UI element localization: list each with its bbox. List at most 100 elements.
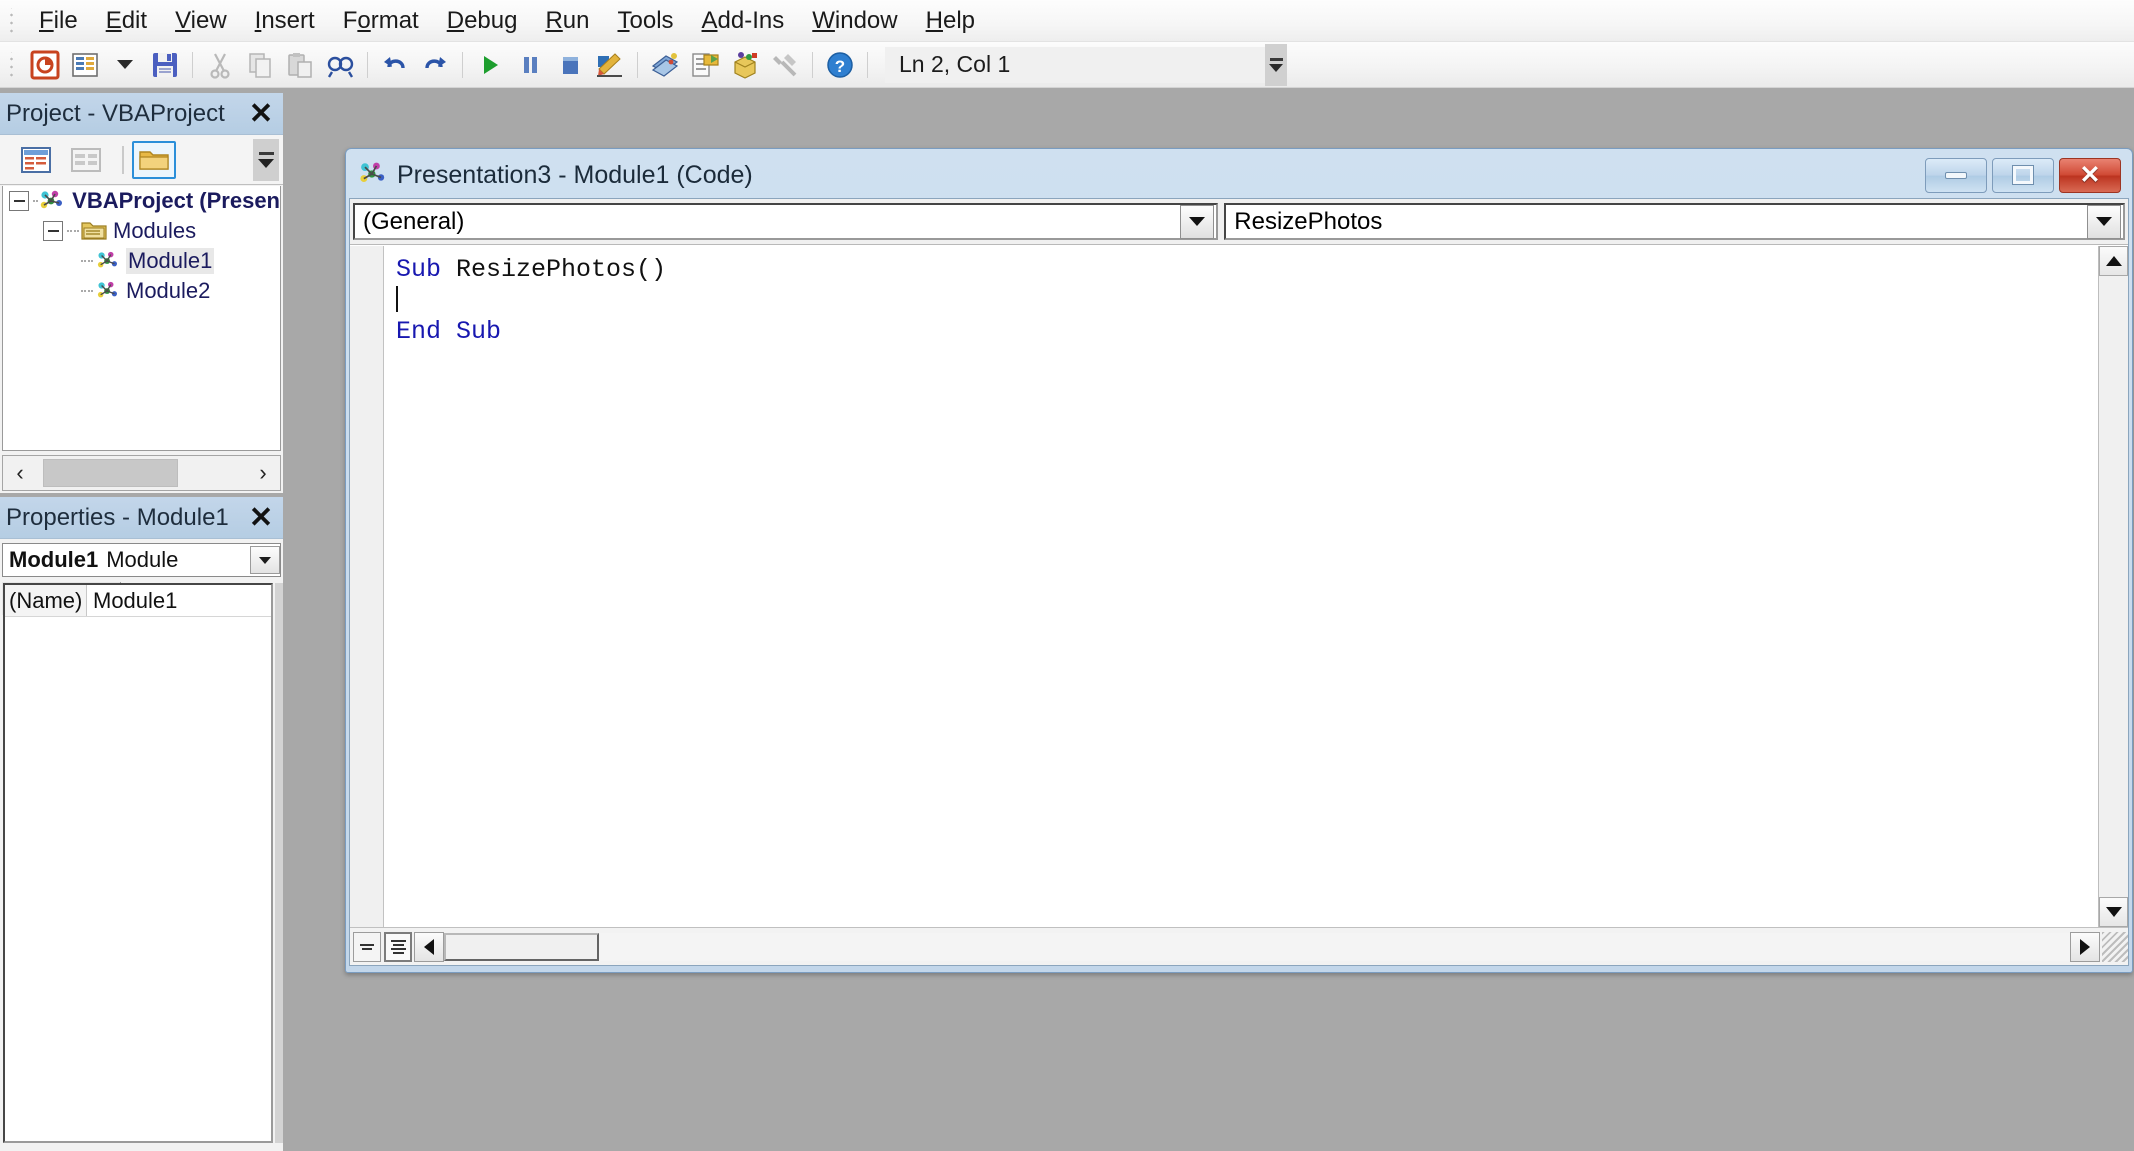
menu-item-view[interactable]: View [161,4,241,38]
tree-connector [81,290,93,292]
scroll-left-icon[interactable] [414,931,444,962]
break-icon[interactable] [511,46,549,84]
vbaproject-icon [38,189,66,213]
code-window-titlebar[interactable]: Presentation3 - Module1 (Code) ✕ [349,152,2129,198]
view-powerpoint-icon[interactable] [26,46,64,84]
object-browser-icon[interactable] [726,46,764,84]
project-explorer-titlebar: Project - VBAProject ✕ [0,93,283,135]
code-margin-indicator-bar[interactable] [350,246,384,927]
view-object-icon[interactable] [64,141,108,179]
object-dropdown[interactable]: (General) [353,203,1219,240]
property-row[interactable]: (Name) Module1 [5,585,271,617]
project-explorer-title: Project - VBAProject [6,99,225,127]
scrollbar-track[interactable] [599,932,2070,961]
object-dropdown-value: (General) [363,207,465,235]
scroll-up-icon[interactable] [2099,246,2128,276]
insert-dropdown-caret-icon[interactable] [106,46,144,84]
expander-icon[interactable] [9,191,29,211]
menu-bar-grip[interactable] [5,7,19,34]
scrollbar-thumb[interactable] [444,932,599,961]
toolbar-separator-4 [637,51,638,78]
tree-connector [33,200,37,202]
menu-item-help[interactable]: Help [912,4,989,38]
view-code-icon[interactable] [14,141,58,179]
menu-item-window[interactable]: Window [798,4,911,38]
toolbar-separator-3 [462,51,463,78]
code-editor[interactable]: Sub ResizePhotos() End Sub [350,246,2128,927]
close-icon[interactable]: ✕ [244,97,278,131]
code-keyword-sub: Sub [396,255,442,284]
find-icon[interactable] [321,46,359,84]
maximize-button[interactable] [1992,157,2054,193]
procedure-dropdown[interactable]: ResizePhotos [1224,203,2126,240]
run-icon[interactable] [471,46,509,84]
save-icon[interactable] [146,46,184,84]
project-tree-horizontal-scrollbar[interactable]: ‹ › [2,455,281,491]
close-icon[interactable]: ✕ [244,501,278,535]
text-cursor [396,286,398,312]
properties-object-select[interactable]: Module1 Module [2,543,281,577]
window-controls: ✕ [1925,157,2121,193]
tree-item-module1[interactable]: Module1 [3,246,280,276]
menu-item-format[interactable]: Format [329,4,433,38]
module-icon [357,159,389,191]
toolbar-overflow-button[interactable] [1265,43,1287,86]
expander-icon[interactable] [43,221,63,241]
undo-icon[interactable] [376,46,414,84]
code-procedure-signature: ResizePhotos() [456,255,667,284]
code-line-1: Sub ResizePhotos() [396,254,2128,285]
svg-text:?: ? [835,57,845,76]
folder-icon [81,220,107,242]
toggle-folders-icon[interactable] [132,140,176,179]
scroll-down-icon[interactable] [2099,897,2128,927]
chevron-down-icon[interactable] [1180,204,1215,239]
properties-scrollbar[interactable] [275,583,283,1143]
scroll-left-icon[interactable]: ‹ [3,456,37,490]
toolbar-grip[interactable] [5,51,19,78]
menu-item-edit[interactable]: Edit [92,4,161,38]
code-window-body: (General) ResizePhotos Sub ResizePhotos(… [349,198,2129,966]
chevron-down-icon[interactable] [250,546,280,574]
project-tree[interactable]: VBAProject (Presen Modules Module1 Modul… [2,186,281,451]
close-icon: ✕ [2079,160,2101,189]
menu-item-run[interactable]: Run [531,4,603,38]
code-horizontal-scrollbar[interactable] [414,931,2100,962]
toolbox-icon[interactable] [766,46,804,84]
copy-icon[interactable] [241,46,279,84]
menu-item-file[interactable]: File [25,4,92,38]
property-value[interactable]: Module1 [87,585,177,616]
reset-icon[interactable] [551,46,589,84]
scroll-right-icon[interactable] [2070,931,2100,962]
chevron-down-icon[interactable] [2087,204,2122,239]
properties-panel: Properties - Module1 ✕ Module1 Module Al… [0,497,283,1151]
procedure-view-icon[interactable] [353,931,381,962]
paste-icon[interactable] [281,46,319,84]
menu-item-debug[interactable]: Debug [433,4,532,38]
design-mode-icon[interactable] [591,46,629,84]
tree-item-modules-folder[interactable]: Modules [3,216,280,246]
code-line-3: End Sub [396,316,2128,347]
insert-module-icon[interactable] [66,46,104,84]
tree-item-module2[interactable]: Module2 [3,276,280,306]
properties-grid[interactable]: (Name) Module1 [3,583,273,1143]
menu-bar: File Edit View Insert Format Debug Run T… [0,0,2134,42]
properties-window-icon[interactable] [686,46,724,84]
scroll-right-icon[interactable]: › [246,456,280,490]
code-keyword-sub-end: Sub [456,317,502,346]
project-explorer-icon[interactable] [646,46,684,84]
project-toolbar-overflow-button[interactable] [253,139,279,181]
menu-item-add-ins[interactable]: Add-Ins [688,4,799,38]
minimize-button[interactable] [1925,157,1987,193]
cut-icon[interactable] [201,46,239,84]
menu-item-tools[interactable]: Tools [604,4,688,38]
tree-item-vbaproject[interactable]: VBAProject (Presen [3,186,280,216]
redo-icon[interactable] [416,46,454,84]
scrollbar-thumb[interactable] [43,459,178,487]
code-text-content[interactable]: Sub ResizePhotos() End Sub [384,246,2128,927]
full-module-view-icon[interactable] [384,931,412,962]
menu-item-insert[interactable]: Insert [241,4,329,38]
resize-grip[interactable] [2102,931,2128,962]
code-vertical-scrollbar[interactable] [2098,246,2128,927]
close-button[interactable]: ✕ [2059,157,2121,193]
help-icon[interactable]: ? [821,46,859,84]
